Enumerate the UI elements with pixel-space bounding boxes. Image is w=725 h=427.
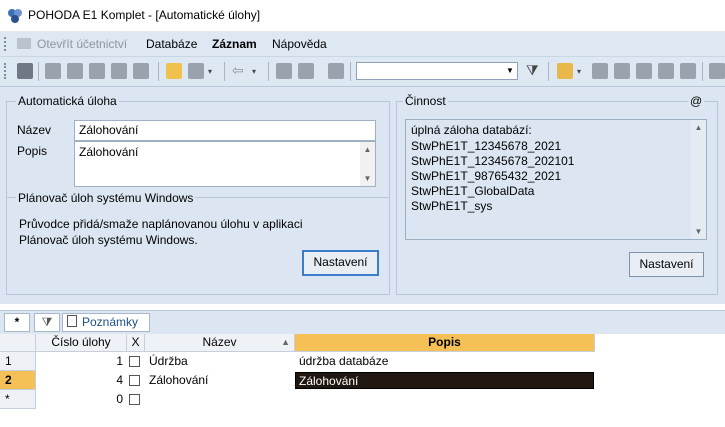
toolbar-separator xyxy=(548,62,549,81)
tab-notes[interactable]: Poznámky xyxy=(62,313,150,332)
tag-icon[interactable] xyxy=(592,63,608,79)
detail-panel: Automatická úloha Název Zálohování Popis… xyxy=(0,87,725,304)
activity-item: StwPhE1T_98765432_2021 xyxy=(411,169,562,183)
activity-item: StwPhE1T_12345678_202101 xyxy=(411,154,575,168)
dropdown-arrow-icon[interactable]: ▾ xyxy=(577,67,581,76)
folder-icon xyxy=(17,38,31,49)
scroll-down-icon[interactable]: ▼ xyxy=(691,227,706,236)
tab-all-records[interactable]: * xyxy=(4,313,30,332)
card-icon[interactable] xyxy=(614,63,630,79)
name-label: Název xyxy=(17,123,52,137)
scheduler-text-line1: Průvodce přidá/smaže naplánovanou úlohu … xyxy=(19,217,303,231)
tab-star-label: * xyxy=(14,315,20,329)
activity-item: StwPhE1T_12345678_2021 xyxy=(411,139,562,153)
dropdown-arrow-icon[interactable]: ▾ xyxy=(208,67,212,76)
scroll-up-icon[interactable]: ▲ xyxy=(691,123,706,132)
description-scrollbar[interactable]: ▲ ▼ xyxy=(360,142,375,186)
task-name-cell[interactable]: Zálohování xyxy=(149,371,293,390)
task-name-cell[interactable]: Údržba xyxy=(149,352,293,371)
scheduler-group-title: Plánovač úloh systému Windows xyxy=(16,191,196,205)
filter-icon[interactable]: ⧩ xyxy=(526,62,539,79)
activity-list[interactable]: úplná záloha databází: StwPhE1T_12345678… xyxy=(405,119,707,240)
export-icon[interactable] xyxy=(133,63,149,79)
task-description-cell[interactable]: údržba databáze xyxy=(299,352,593,371)
back-arrow-icon[interactable]: ⇦ xyxy=(232,62,244,79)
description-label: Popis xyxy=(17,144,48,158)
row-header[interactable]: 2 xyxy=(0,371,36,390)
tab-notes-label: Poznámky xyxy=(82,315,139,329)
tools-icon[interactable] xyxy=(111,63,127,79)
tab-filter[interactable]: ⧩ xyxy=(34,313,60,332)
row-header-corner xyxy=(0,334,36,352)
row-checkbox[interactable] xyxy=(129,356,140,367)
activity-item: StwPhE1T_GlobalData xyxy=(411,184,535,198)
chevron-down-icon[interactable]: ▼ xyxy=(504,64,516,78)
task-description-edit-cell[interactable]: Zálohování xyxy=(295,372,594,389)
menu-help[interactable]: Nápověda xyxy=(272,37,327,51)
column-header-x[interactable]: X xyxy=(127,334,145,352)
print-icon[interactable] xyxy=(67,63,83,79)
save-icon[interactable] xyxy=(276,63,292,79)
preview-icon[interactable] xyxy=(89,63,105,79)
activity-item: StwPhE1T_sys xyxy=(411,199,493,213)
title-bar: POHODA E1 Komplet - [Automatické úlohy] xyxy=(0,0,725,32)
menu-bar: Otevřít účetnictví Databáze Záznam Nápov… xyxy=(0,32,725,57)
activity-settings-button[interactable]: Nastavení xyxy=(629,252,704,277)
scroll-down-icon[interactable]: ▼ xyxy=(360,174,375,183)
barcode-icon[interactable] xyxy=(680,63,696,79)
description-text: Zálohování xyxy=(79,145,139,159)
person-icon[interactable] xyxy=(658,63,674,79)
column-header-number[interactable]: Číslo úlohy xyxy=(36,334,127,352)
menu-grip-icon xyxy=(4,37,9,51)
task-number-cell[interactable]: 4 xyxy=(36,371,123,390)
notes-icon xyxy=(67,315,77,327)
task-number-cell[interactable]: 0 xyxy=(36,390,123,409)
email-at-icon[interactable]: @ xyxy=(688,94,705,108)
exit-icon[interactable] xyxy=(17,63,33,79)
menu-record[interactable]: Záznam xyxy=(212,37,257,51)
new-record-icon[interactable] xyxy=(166,63,182,79)
activity-item: úplná záloha databází: xyxy=(411,123,532,137)
copy-record-icon[interactable] xyxy=(45,63,61,79)
row-checkbox[interactable] xyxy=(129,375,140,386)
window-title: POHODA E1 Komplet - [Automatické úlohy] xyxy=(28,8,261,22)
folder-star-icon[interactable] xyxy=(557,63,573,79)
delete-icon[interactable] xyxy=(328,63,344,79)
window-icon[interactable] xyxy=(709,63,725,79)
toolbar-separator xyxy=(224,62,225,81)
dropdown-arrow-icon[interactable]: ▾ xyxy=(252,67,256,76)
quick-search-combo[interactable]: ▼ xyxy=(356,62,518,80)
row-checkbox[interactable] xyxy=(129,394,140,405)
app-logo-icon xyxy=(8,9,22,23)
filter-icon: ⧩ xyxy=(41,315,53,329)
cancel-icon[interactable] xyxy=(298,63,314,79)
column-header-name-label: Název xyxy=(202,335,237,349)
scheduler-text-line2: Plánovač úloh systému Windows. xyxy=(19,233,198,247)
toolbar-separator xyxy=(158,62,159,81)
activity-scrollbar[interactable]: ▲ ▼ xyxy=(691,120,706,239)
menu-database[interactable]: Databáze xyxy=(146,37,197,51)
edit-record-icon[interactable] xyxy=(188,63,204,79)
toolbar-separator xyxy=(38,62,39,81)
box-icon[interactable] xyxy=(636,63,652,79)
task-number-cell[interactable]: 1 xyxy=(36,352,123,371)
column-header-name[interactable]: Název ▲ xyxy=(145,334,295,352)
sort-arrow-icon: ▲ xyxy=(281,337,290,347)
tab-strip: * ⧩ Poznámky xyxy=(0,310,725,335)
toolbar-grip-icon xyxy=(4,63,9,79)
menu-open-accounting[interactable]: Otevřít účetnictví xyxy=(37,37,127,51)
scroll-up-icon[interactable]: ▲ xyxy=(360,145,375,154)
activity-group-title: Činnost xyxy=(403,94,448,108)
task-group-title: Automatická úloha xyxy=(16,94,119,108)
row-header[interactable]: 1 xyxy=(0,352,36,371)
tasks-table: Číslo úlohy X Název ▲ Popis 1 1 Údržba ú… xyxy=(0,334,725,427)
scheduler-settings-button[interactable]: Nastavení xyxy=(302,250,379,276)
toolbar-separator xyxy=(268,62,269,81)
toolbar-separator xyxy=(350,62,351,81)
toolbar-separator xyxy=(702,62,703,81)
row-header[interactable]: * xyxy=(0,390,36,409)
description-textarea[interactable]: Zálohování ▲ ▼ xyxy=(74,141,376,187)
column-header-description[interactable]: Popis xyxy=(295,334,595,352)
name-input[interactable]: Zálohování xyxy=(74,120,376,141)
